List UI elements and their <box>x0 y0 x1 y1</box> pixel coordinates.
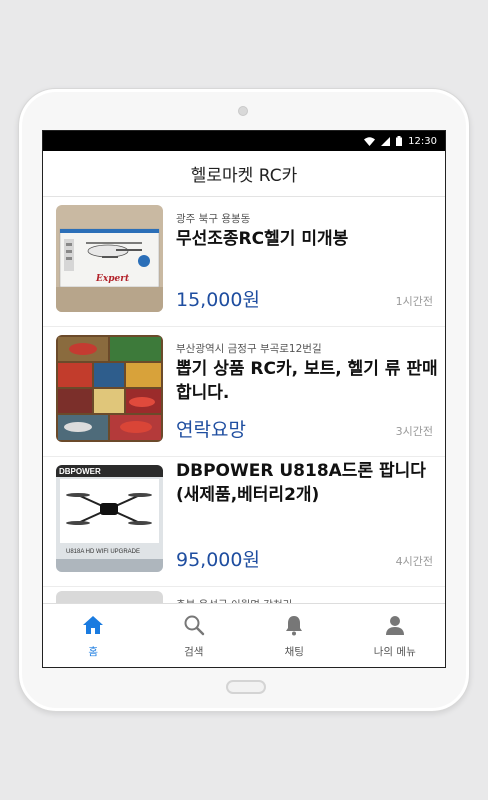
item-price: 95,000원 <box>176 549 260 571</box>
app-header: 헬로마켓 RC카 <box>43 151 445 197</box>
list-item[interactable]: 부산광역시 금정구 부곡로12번길 뽑기 상품 RC카, 보트, 헬기 류 판매… <box>43 327 445 457</box>
item-time: 1시간전 <box>395 295 433 308</box>
listing-list[interactable]: Expert 광주 북구 용봉동 무선조종RC헬기 미개봉 15,000원 1시… <box>43 197 445 605</box>
item-title: 무선조종RC헬기 미개봉 <box>176 229 349 249</box>
heli-brand-text: Expert <box>95 274 130 284</box>
tab-label: 채팅 <box>284 646 304 658</box>
tab-home[interactable]: 홈 <box>43 604 144 667</box>
battery-icon <box>396 136 403 146</box>
status-time: 12:30 <box>408 135 437 147</box>
bell-icon <box>286 616 303 636</box>
item-title: DBPOWER U818A드론 팝니다 (새제품,베터리2개) <box>176 461 426 505</box>
drone-brand-text: DBPOWER <box>59 467 101 476</box>
list-item[interactable]: Expert 광주 북구 용봉동 무선조종RC헬기 미개봉 15,000원 1시… <box>43 197 445 327</box>
app-screen: 12:30 헬로마켓 RC카 Expert 광주 북구 용봉동 무선조종RC헬기… <box>42 130 446 668</box>
tab-my-menu[interactable]: 나의 메뉴 <box>345 604 446 667</box>
tab-label: 검색 <box>184 646 204 658</box>
item-time: 4시간전 <box>395 555 433 568</box>
person-icon <box>385 616 404 635</box>
item-location: 광주 북구 용봉동 <box>176 213 251 225</box>
signal-icon <box>381 136 391 146</box>
item-price: 15,000원 <box>176 289 260 311</box>
status-bar: 12:30 <box>43 131 445 151</box>
item-thumbnail-drone: DBPOWER U818A HD WIFI UPGRADE <box>56 465 163 572</box>
front-camera <box>238 106 248 116</box>
drone-model-text: U818A HD WIFI UPGRADE <box>66 549 140 555</box>
item-title: 뽑기 상품 RC카, 보트, 헬기 류 판매합니다. <box>176 359 438 403</box>
home-icon <box>83 616 104 634</box>
item-location: 부산광역시 금정구 부곡로12번길 <box>176 343 322 355</box>
hardware-home-button[interactable] <box>226 680 266 694</box>
page-title: 헬로마켓 RC카 <box>190 166 298 186</box>
tab-label: 나의 메뉴 <box>373 646 416 658</box>
wifi-icon <box>364 136 376 146</box>
bottom-tab-bar: 홈 검색 채팅 나의 메뉴 <box>43 603 445 667</box>
item-time: 3시간전 <box>395 425 433 438</box>
item-price: 연락요망 <box>176 419 246 441</box>
item-thumbnail-rc-cars <box>56 335 163 442</box>
tab-search[interactable]: 검색 <box>144 604 245 667</box>
tab-chat[interactable]: 채팅 <box>244 604 345 667</box>
item-thumbnail-helicopter: Expert <box>56 205 163 312</box>
search-icon <box>184 615 204 636</box>
tab-label: 홈 <box>88 646 99 658</box>
list-item[interactable]: DBPOWER U818A HD WIFI UPGRADE DBPOWER U8… <box>43 457 445 587</box>
